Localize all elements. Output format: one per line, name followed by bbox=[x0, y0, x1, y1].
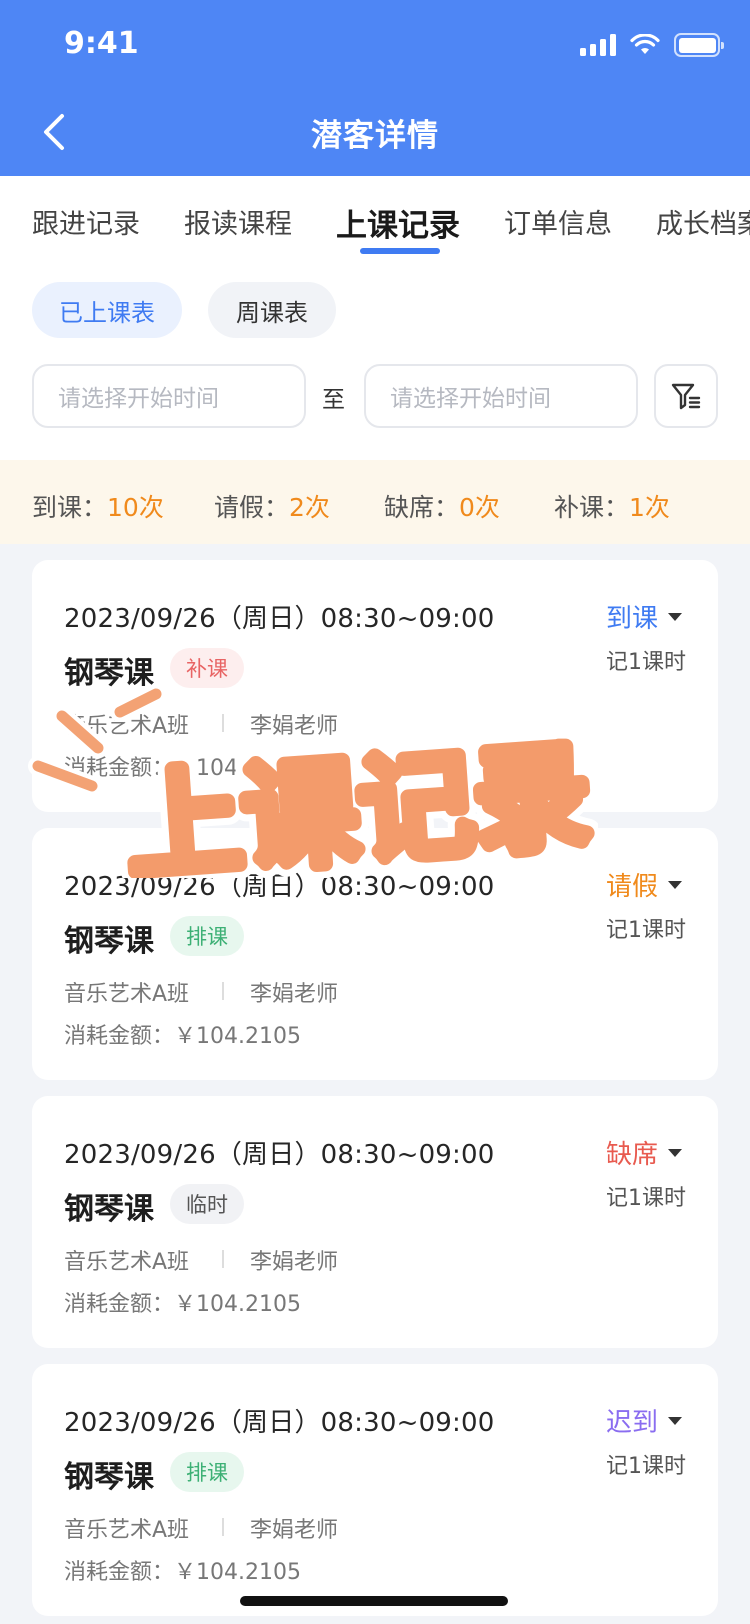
filter-icon bbox=[671, 383, 701, 410]
record-time: 2023/09/26（周日）08:30~09:00 bbox=[64, 604, 495, 634]
record-teacher: 李娟老师 bbox=[250, 714, 339, 739]
record-course: 钢琴课 bbox=[64, 924, 154, 959]
record-teacher: 李娟老师 bbox=[250, 1250, 339, 1275]
attendance-status-dropdown[interactable]: 到课 bbox=[606, 598, 682, 635]
wifi-icon bbox=[630, 34, 660, 54]
attendance-status: 缺席 bbox=[605, 1140, 658, 1170]
record-hours: 记1课时 bbox=[606, 650, 686, 675]
page-title: 潜客详情 bbox=[311, 118, 439, 154]
filter-button[interactable] bbox=[654, 364, 718, 428]
record-type-tag: 补课 bbox=[170, 648, 244, 688]
stat-attended: 到课：10次 bbox=[32, 493, 164, 522]
overlay-title-text: 上课记录 bbox=[122, 738, 594, 878]
attendance-status: 请假 bbox=[605, 872, 658, 902]
tab-order-info[interactable]: 订单信息 bbox=[504, 202, 612, 241]
status-time: 9:41 bbox=[64, 26, 139, 61]
subtab-weekly-schedule[interactable]: 周课表 bbox=[208, 282, 336, 338]
subtab-attended-schedule[interactable]: 已上课表 bbox=[32, 282, 182, 338]
stat-leave: 请假：2次 bbox=[214, 493, 330, 522]
record-hours: 记1课时 bbox=[606, 918, 686, 943]
record-teacher: 李娟老师 bbox=[250, 982, 339, 1007]
record-amount: 消耗金额：￥104.2105 bbox=[64, 1024, 301, 1049]
record-card[interactable]: 2023/09/26（周日）08:30~09:00 钢琴课 临时 音乐艺术A班 … bbox=[32, 1096, 718, 1348]
attendance-status-dropdown[interactable]: 迟到 bbox=[606, 1402, 682, 1439]
caret-down-icon bbox=[668, 612, 682, 621]
divider bbox=[222, 1518, 224, 1536]
record-course: 钢琴课 bbox=[64, 1192, 154, 1227]
app-header: 9:41 潜客详情 bbox=[0, 0, 750, 176]
record-time: 2023/09/26（周日）08:30~09:00 bbox=[64, 1408, 495, 1438]
attendance-status-dropdown[interactable]: 请假 bbox=[606, 866, 682, 903]
tab-follow-up[interactable]: 跟进记录 bbox=[32, 202, 140, 241]
record-class: 音乐艺术A班 bbox=[64, 1250, 190, 1275]
tab-active-indicator bbox=[360, 248, 440, 254]
attendance-status-dropdown[interactable]: 缺席 bbox=[606, 1134, 682, 1171]
record-time: 2023/09/26（周日）08:30~09:00 bbox=[64, 1140, 495, 1170]
record-type-tag: 临时 bbox=[170, 1184, 244, 1224]
record-hours: 记1课时 bbox=[606, 1454, 686, 1479]
divider bbox=[222, 714, 224, 732]
record-card[interactable]: 2023/09/26（周日）08:30~09:00 钢琴课 排课 音乐艺术A班 … bbox=[32, 1364, 718, 1616]
attendance-stats: 到课：10次 请假：2次 缺席：0次 补课：1次 bbox=[0, 460, 750, 544]
cellular-signal-icon bbox=[580, 34, 616, 56]
record-class: 音乐艺术A班 bbox=[64, 1518, 190, 1543]
overlay-title-graphic: 上课记录 上课记录 bbox=[118, 738, 598, 878]
divider bbox=[222, 1250, 224, 1268]
caret-down-icon bbox=[668, 1416, 682, 1425]
caret-down-icon bbox=[668, 1148, 682, 1157]
attendance-status: 到课 bbox=[605, 604, 658, 634]
battery-icon bbox=[674, 33, 724, 57]
record-amount: 消耗金额：￥104.2105 bbox=[64, 1560, 301, 1585]
tab-bar: 跟进记录 报读课程 上课记录 订单信息 成长档案 bbox=[0, 176, 750, 256]
home-indicator[interactable] bbox=[240, 1596, 508, 1606]
record-course: 钢琴课 bbox=[64, 1460, 154, 1495]
tab-growth-archive[interactable]: 成长档案 bbox=[656, 202, 750, 241]
stat-makeup: 补课：1次 bbox=[554, 493, 670, 522]
record-type-tag: 排课 bbox=[170, 1452, 244, 1492]
caret-down-icon bbox=[668, 880, 682, 889]
tab-class-records[interactable]: 上课记录 bbox=[336, 200, 460, 245]
divider bbox=[222, 982, 224, 1000]
record-class: 音乐艺术A班 bbox=[64, 982, 190, 1007]
record-hours: 记1课时 bbox=[606, 1186, 686, 1211]
record-type-tag: 排课 bbox=[170, 916, 244, 956]
stat-absent: 缺席：0次 bbox=[384, 493, 500, 522]
attendance-status: 迟到 bbox=[605, 1408, 658, 1438]
end-date-input[interactable]: 请选择开始时间 bbox=[364, 364, 638, 428]
status-icons bbox=[580, 32, 724, 58]
record-teacher: 李娟老师 bbox=[250, 1518, 339, 1543]
tab-enrolled-courses[interactable]: 报读课程 bbox=[184, 202, 292, 241]
start-date-input[interactable]: 请选择开始时间 bbox=[32, 364, 306, 428]
date-range-separator: 至 bbox=[322, 387, 345, 413]
record-amount: 消耗金额：￥104.2105 bbox=[64, 1292, 301, 1317]
